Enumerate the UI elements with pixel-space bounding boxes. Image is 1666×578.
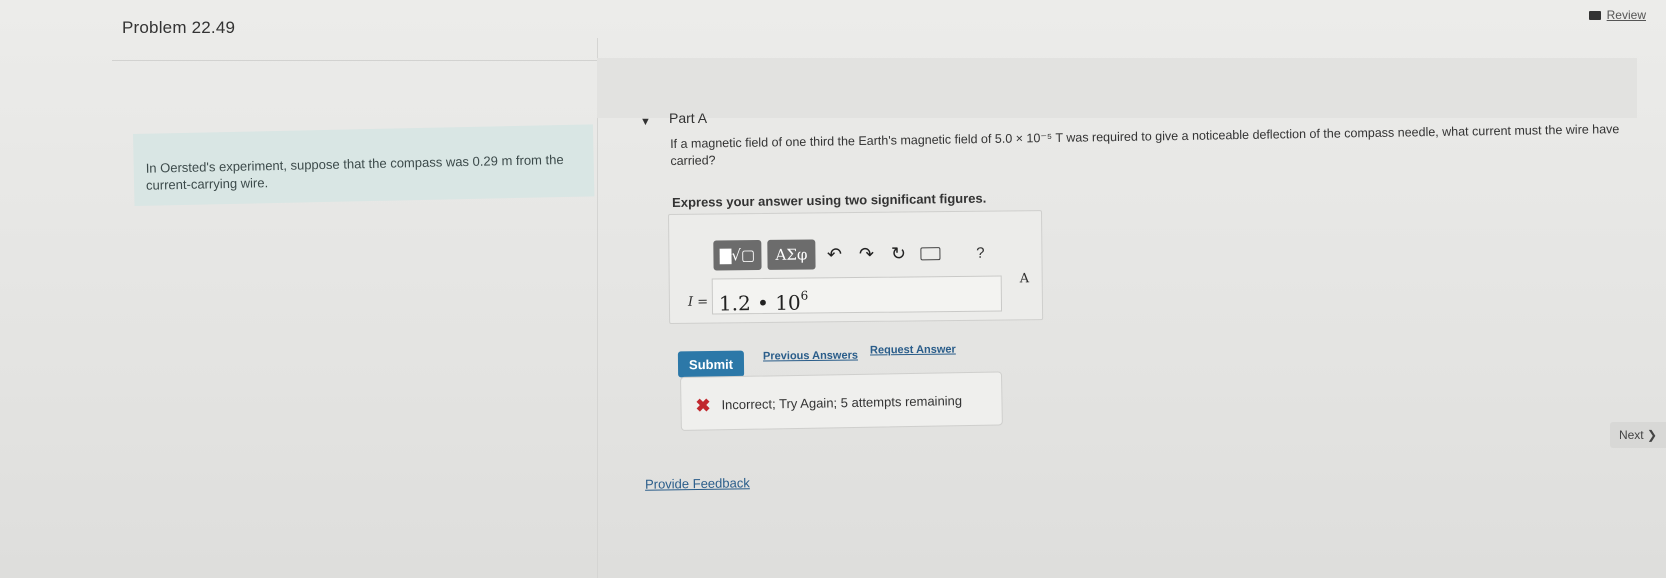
answer-box: ▇√▢ ΑΣφ ↶ ↷ ↻ ? I = 1.2 • 106 A (668, 210, 1044, 324)
provide-feedback-link[interactable]: Provide Feedback (645, 475, 750, 491)
help-icon[interactable]: ? (967, 240, 993, 266)
request-answer-link[interactable]: Request Answer (870, 344, 956, 357)
review-label: Review (1606, 8, 1646, 22)
redo-icon[interactable]: ↷ (853, 241, 879, 267)
answer-mantissa: 1.2 • 10 (718, 290, 801, 316)
intro-text: In Oersted's experiment, suppose that th… (133, 124, 595, 206)
collapse-caret-icon[interactable]: ▼ (640, 116, 651, 128)
answer-unit: A (1019, 271, 1030, 287)
part-label[interactable]: Part A (669, 110, 707, 126)
greek-symbols-button[interactable]: ΑΣφ (767, 239, 816, 270)
feedback-message: Incorrect; Try Again; 5 attempts remaini… (721, 393, 963, 413)
problem-title: Problem 22.49 (122, 18, 236, 37)
answer-input[interactable]: 1.2 • 106 (711, 275, 1003, 316)
problem-intro-panel (112, 38, 598, 578)
previous-answers-link[interactable]: Previous Answers (763, 350, 858, 363)
review-link[interactable]: Review (1588, 8, 1646, 22)
answer-exponent: 6 (800, 288, 809, 303)
incorrect-x-icon: ✖ (695, 395, 711, 416)
next-button[interactable]: Next ❯ (1610, 422, 1666, 448)
answer-variable-label: I = (687, 294, 709, 310)
templates-button[interactable]: ▇√▢ (713, 240, 762, 271)
math-toolbar: ▇√▢ ΑΣφ ↶ ↷ ↻ ? (713, 236, 993, 273)
keyboard-icon[interactable] (917, 240, 943, 266)
reset-icon[interactable]: ↻ (885, 240, 911, 266)
book-icon (1588, 10, 1601, 20)
undo-icon[interactable]: ↶ (821, 241, 847, 267)
part-header-band (597, 58, 1637, 118)
submit-button[interactable]: Submit (677, 350, 745, 378)
feedback-box: ✖ Incorrect; Try Again; 5 attempts remai… (680, 371, 1003, 431)
